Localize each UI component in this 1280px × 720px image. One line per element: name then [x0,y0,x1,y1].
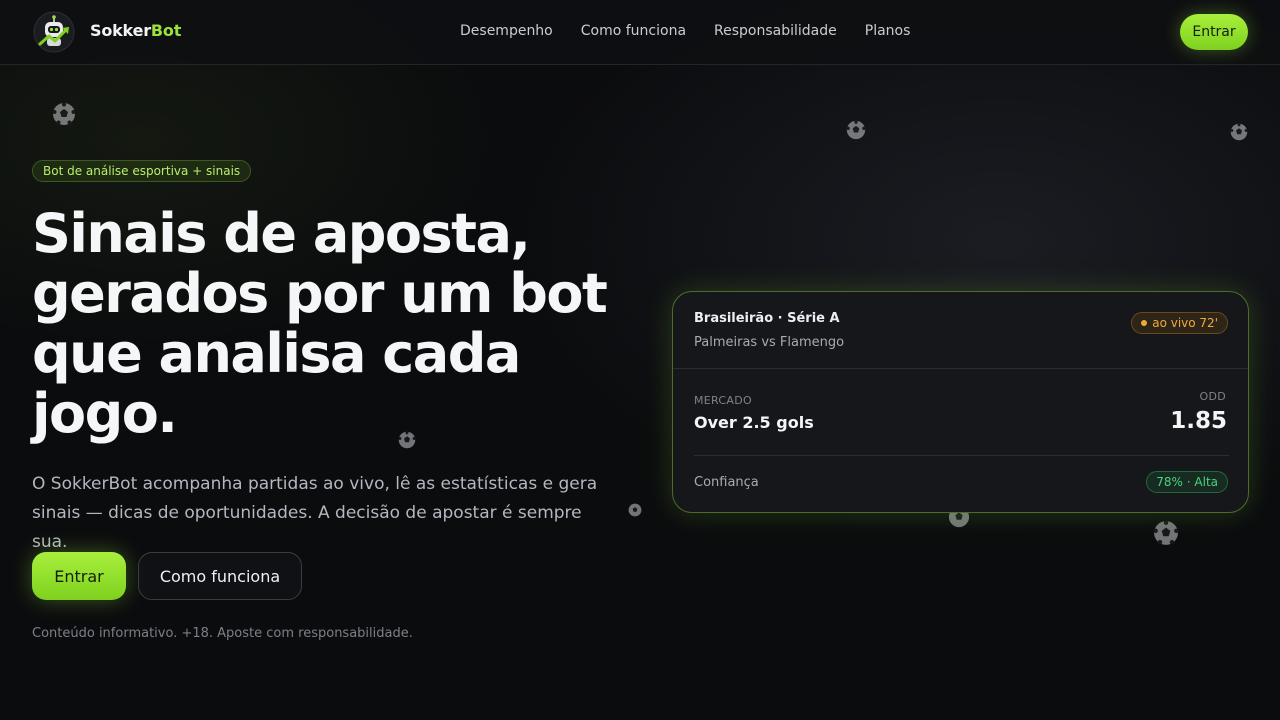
live-status-text: ao vivo 72' [1152,316,1218,330]
odd-value: 1.85 [1170,408,1227,434]
signal-card: Brasileirão · Série A Palmeiras vs Flame… [672,291,1249,513]
market-value: Over 2.5 gols [694,413,814,432]
soccer-ball-icon [846,120,866,140]
market-label: MERCADO [694,394,752,407]
soccer-ball-icon [1153,520,1179,545]
brand-name-prefix: Sokker [90,21,151,40]
top-navbar: SokkerBot Desempenho Como funciona Respo… [0,0,1280,65]
responsibility-disclaimer: Conteúdo informativo. +18. Aposte com re… [32,626,413,641]
nav-enter-button[interactable]: Entrar [1180,14,1248,50]
nav-links: Desempenho Como funciona Responsabilidad… [460,23,938,39]
soccer-ball-icon [52,102,76,125]
brand-name[interactable]: SokkerBot [90,21,181,40]
odd-label: ODD [1199,390,1226,403]
hero-badge: Bot de análise esportiva + sinais [32,160,252,182]
live-status-badge: ao vivo 72' [1131,312,1228,334]
live-dot-icon [1141,320,1148,326]
hero-enter-button[interactable]: Entrar [32,552,126,600]
soccer-ball-icon [1230,123,1248,141]
hero-headline: Sinais de aposta, gerados por um bot que… [32,202,608,445]
soccer-ball-icon [628,503,642,517]
card-divider [673,368,1248,369]
match-teams: Palmeiras vs Flamengo [694,335,845,350]
robot-logo-icon[interactable] [32,10,76,54]
card-divider [694,455,1229,456]
league-name: Brasileirão · Série A [694,311,840,326]
confidence-label: Confiança [694,475,759,490]
nav-link-desempenho[interactable]: Desempenho [460,23,553,39]
nav-link-planos[interactable]: Planos [865,23,911,39]
how-it-works-button[interactable]: Como funciona [138,552,302,600]
brand-name-accent: Bot [150,21,182,40]
nav-link-como-funciona[interactable]: Como funciona [581,23,686,39]
hero-subtext: O SokkerBot acompanha partidas ao vivo, … [32,474,598,552]
confidence-badge: 78% · Alta [1146,471,1228,493]
nav-link-responsabilidade[interactable]: Responsabilidade [714,23,837,39]
